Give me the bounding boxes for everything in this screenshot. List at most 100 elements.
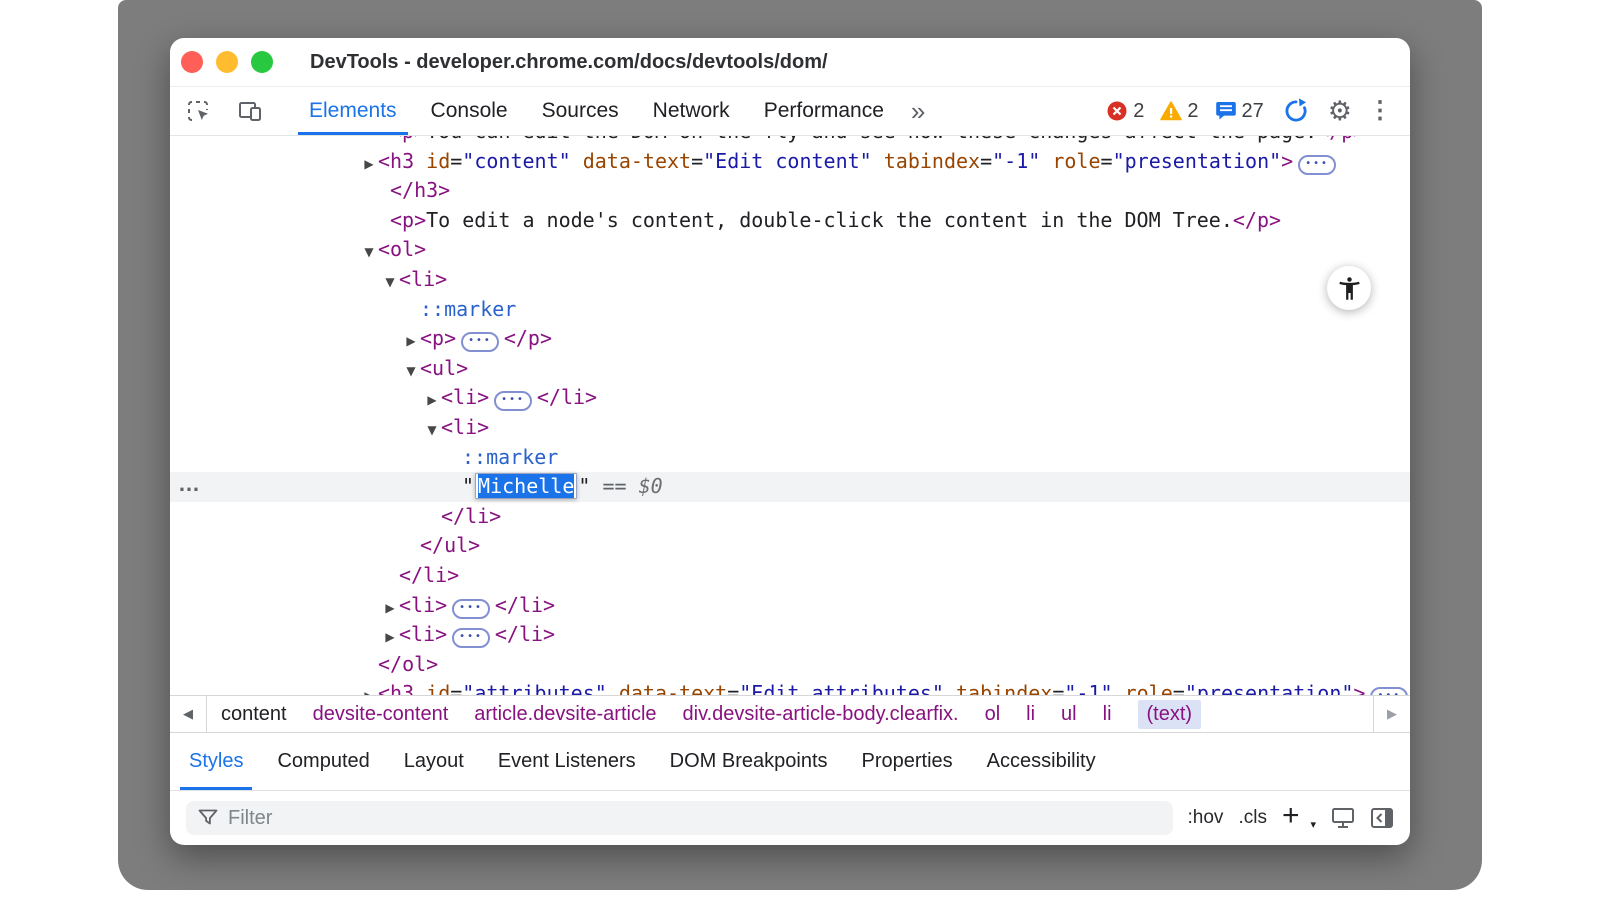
filter-funnel-icon	[198, 809, 218, 827]
rendering-emulation-icon[interactable]	[1331, 807, 1355, 829]
console-warnings-badge[interactable]: 2	[1160, 100, 1198, 123]
devtools-toolbar: Elements Console Sources Network Perform…	[170, 87, 1410, 136]
tab-sources[interactable]: Sources	[525, 87, 636, 135]
device-toolbar-icon[interactable]	[238, 99, 262, 123]
dom-tree-row[interactable]: ::marker	[170, 443, 1410, 473]
expand-arrow-down-icon[interactable]: ▼	[360, 238, 378, 268]
tab-styles[interactable]: Styles	[172, 733, 260, 790]
inline-expand-icon[interactable]: •••	[452, 599, 490, 619]
expand-arrow-down-icon[interactable]: ▼	[423, 416, 441, 446]
expand-arrow-right-icon[interactable]: ▶	[423, 386, 441, 416]
inspect-element-icon[interactable]	[187, 99, 211, 123]
issue-count: 27	[1242, 100, 1264, 123]
toggle-element-state-button[interactable]: :hov	[1188, 807, 1224, 829]
code-token-tag: </li>	[441, 504, 501, 528]
breadcrumb-item-selected[interactable]: (text)	[1138, 700, 1202, 729]
more-tabs-icon[interactable]: »	[911, 98, 923, 124]
breadcrumb: content devsite-content article.devsite-…	[207, 696, 1373, 732]
close-button[interactable]	[181, 51, 203, 73]
code-token-eq: =	[1052, 681, 1064, 695]
code-token-eq: =	[980, 149, 992, 173]
more-options-icon[interactable]: ⋮	[1368, 99, 1392, 123]
expand-arrow-right-icon[interactable]: ▶	[402, 327, 420, 357]
tab-event-listeners[interactable]: Event Listeners	[481, 733, 653, 790]
dom-tree-row[interactable]: <p>You can edit the DOM on the fly and s…	[170, 136, 1410, 147]
tab-computed[interactable]: Computed	[260, 733, 386, 790]
row-overflow-dots-icon[interactable]: …	[178, 469, 201, 499]
breadcrumb-scroll-left-icon[interactable]: ◀	[170, 696, 207, 732]
console-errors-badge[interactable]: 2	[1106, 100, 1144, 123]
dom-tree-row[interactable]: <p>To edit a node's content, double-clic…	[170, 206, 1410, 236]
breadcrumb-item[interactable]: devsite-content	[313, 703, 449, 726]
dom-tree-row[interactable]: ::marker	[170, 295, 1410, 325]
toolbar-tabs: Elements Console Sources Network Perform…	[292, 87, 901, 135]
edited-text-selection[interactable]: Michelle	[478, 474, 574, 498]
dom-tree-row[interactable]: </li>	[170, 561, 1410, 591]
maximize-button[interactable]	[251, 51, 273, 73]
settings-icon[interactable]: ⚙	[1328, 98, 1352, 125]
tab-network[interactable]: Network	[636, 87, 747, 135]
breadcrumb-item[interactable]: li	[1103, 703, 1112, 726]
expand-arrow-right-icon[interactable]: ▶	[381, 623, 399, 653]
code-token-txt: "	[578, 474, 590, 498]
expand-arrow-down-icon[interactable]: ▼	[402, 357, 420, 387]
code-token-eqeq: ==	[590, 474, 638, 498]
code-token-tag: <li>	[399, 267, 447, 291]
dom-tree-row[interactable]: ▶<li>•••</li>	[170, 591, 1410, 621]
dom-tree-row[interactable]: ▼<li>	[170, 413, 1410, 443]
inline-expand-icon[interactable]: •••	[1370, 687, 1408, 695]
code-token-tag: </p>	[1233, 208, 1281, 232]
issues-badge[interactable]: 27	[1215, 100, 1264, 123]
circular-arrow-icon[interactable]	[1282, 97, 1310, 125]
minimize-button[interactable]	[216, 51, 238, 73]
dom-tree-row[interactable]: </ol>	[170, 650, 1410, 680]
expand-arrow-down-icon[interactable]: ▼	[381, 268, 399, 298]
code-token-tag: <h3	[378, 681, 414, 695]
inline-expand-icon[interactable]: •••	[452, 628, 490, 648]
dom-tree-row[interactable]: ▶<p>•••</p>	[170, 324, 1410, 354]
dom-tree-panel[interactable]: <p>You can edit the DOM on the fly and s…	[170, 136, 1410, 695]
code-token-attr: tabindex	[872, 149, 980, 173]
tab-dom-breakpoints[interactable]: DOM Breakpoints	[653, 733, 845, 790]
warning-icon	[1160, 100, 1182, 122]
dom-tree-row[interactable]: </h3>	[170, 176, 1410, 206]
sidebar-panel-tabs: Styles Computed Layout Event Listeners D…	[170, 733, 1410, 791]
dom-tree-row[interactable]: ▶<li>•••</li>	[170, 383, 1410, 413]
dom-tree-row[interactable]: ▼<ul>	[170, 354, 1410, 384]
sidebar-toggle-icon[interactable]	[1370, 807, 1394, 829]
breadcrumb-item[interactable]: ol	[985, 703, 1001, 726]
inline-edit-box[interactable]: Michelle	[475, 473, 577, 499]
dom-tree-row[interactable]: ▶<h3 id="attributes" data-text="Edit att…	[170, 679, 1410, 695]
expand-arrow-right-icon[interactable]: ▶	[360, 150, 378, 180]
dom-tree-row[interactable]: …"Michelle" == $0	[170, 472, 1410, 502]
code-token-tag: </li>	[495, 593, 555, 617]
element-classes-button[interactable]: .cls	[1238, 807, 1267, 829]
dom-tree-row[interactable]: </ul>	[170, 531, 1410, 561]
breadcrumb-item[interactable]: content	[221, 703, 287, 726]
dom-tree-row[interactable]: </li>	[170, 502, 1410, 532]
inline-expand-icon[interactable]: •••	[1298, 155, 1336, 175]
page-backdrop: DevTools - developer.chrome.com/docs/dev…	[118, 0, 1482, 890]
tab-layout[interactable]: Layout	[387, 733, 481, 790]
expand-arrow-right-icon[interactable]: ▶	[360, 682, 378, 695]
dom-tree-row[interactable]: ▶<h3 id="content" data-text="Edit conten…	[170, 147, 1410, 177]
filter-input[interactable]: Filter	[186, 801, 1173, 835]
breadcrumb-item[interactable]: ul	[1061, 703, 1077, 726]
inline-expand-icon[interactable]: •••	[461, 332, 499, 352]
dom-tree-row[interactable]: ▼<li>	[170, 265, 1410, 295]
breadcrumb-scroll-right-icon[interactable]: ▶	[1373, 696, 1410, 732]
breadcrumb-item[interactable]: div.devsite-article-body.clearfix.	[683, 703, 959, 726]
inline-expand-icon[interactable]: •••	[494, 391, 532, 411]
tab-console[interactable]: Console	[414, 87, 525, 135]
dom-tree-row[interactable]: ▶<li>•••</li>	[170, 620, 1410, 650]
dom-tree-row[interactable]: ▼<ol>	[170, 235, 1410, 265]
tab-performance[interactable]: Performance	[747, 87, 901, 135]
expand-arrow-right-icon[interactable]: ▶	[381, 594, 399, 624]
tab-elements[interactable]: Elements	[292, 87, 414, 135]
accessibility-overlay-button[interactable]	[1327, 266, 1371, 310]
new-style-rule-button[interactable]: +	[1282, 801, 1300, 831]
breadcrumb-item[interactable]: li	[1026, 703, 1035, 726]
tab-accessibility[interactable]: Accessibility	[970, 733, 1113, 790]
breadcrumb-item[interactable]: article.devsite-article	[474, 703, 656, 726]
tab-properties[interactable]: Properties	[845, 733, 970, 790]
